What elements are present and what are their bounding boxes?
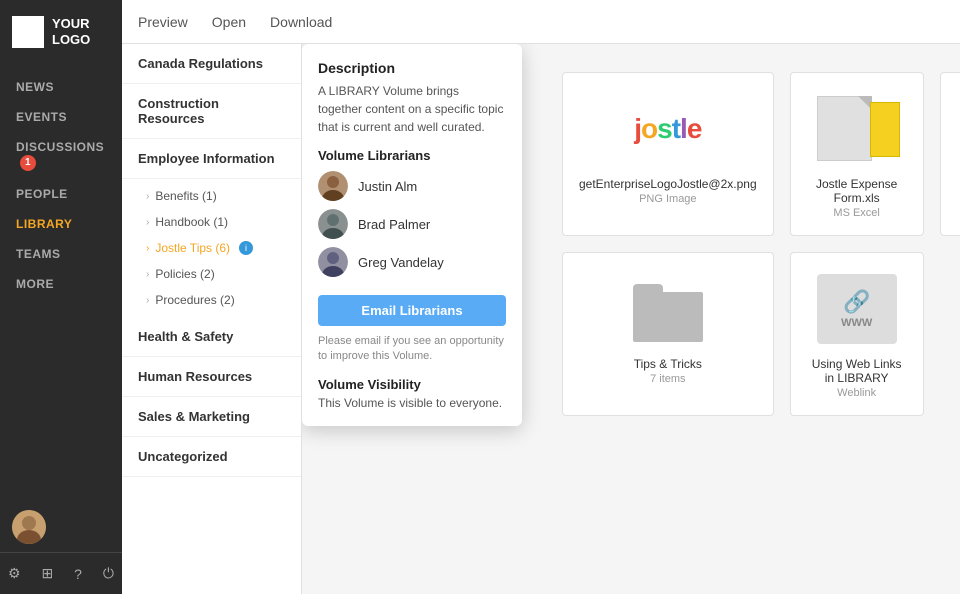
second-sidebar: Canada Regulations Construction Resource… [122,44,302,594]
file-name-jostle-png: getEnterpriseLogoJostle@2x.png [579,177,757,191]
file-type-tips-folder: 7 items [650,373,685,385]
file-type-expense-xls: MS Excel [833,207,879,219]
sidebar-footer: ⚙ ⊞ ? ⏻ [0,552,122,594]
main: Preview Open Download Canada Regulations… [122,0,960,594]
sidebar-item-people[interactable]: PEOPLE [0,179,122,209]
sidebar: YOUR LOGO NEWS EVENTS DISCUSSIONS 1 PEOP… [0,0,122,594]
sidebar-canada-regulations[interactable]: Canada Regulations [122,44,301,84]
chevron-icon: › [146,295,149,306]
topbar: Preview Open Download [122,0,960,44]
sidebar-construction-resources[interactable]: Construction Resources [122,84,301,139]
sidebar-item-events[interactable]: EVENTS [0,102,122,132]
file-card-weblinks[interactable]: 🔗 WWW Using Web Links in LIBRARY Weblink [790,252,924,416]
sub-item-jostle-tips[interactable]: › Jostle Tips (6) i [122,235,301,261]
logo-area: YOUR LOGO [0,0,122,64]
popup-note: Please email if you see an opportunity t… [318,334,506,365]
power-icon[interactable]: ⏻ [103,565,114,582]
help-icon[interactable]: ? [74,566,82,582]
popup-visibility-title: Volume Visibility [318,377,506,392]
popup-description-title: Description [318,60,506,76]
librarian-2-name: Brad Palmer [358,217,430,232]
file-thumb-tour-mp4 [957,89,960,169]
sub-item-policies[interactable]: › Policies (2) [122,261,301,287]
logo-text: YOUR LOGO [52,16,110,47]
folder-icon [628,274,708,344]
weblink-icon: 🔗 WWW [817,274,897,344]
popup-description-text: A LIBRARY Volume brings together content… [318,82,506,136]
topbar-download[interactable]: Download [270,10,332,34]
librarian-3: Greg Vandelay [318,247,506,277]
librarian-1: Justin Alm [318,171,506,201]
sidebar-sales-marketing[interactable]: Sales & Marketing [122,397,301,437]
file-thumb-weblinks: 🔗 WWW [807,269,907,349]
sliders-icon[interactable]: ⊞ [42,565,54,582]
email-librarians-button[interactable]: Email Librarians [318,295,506,326]
file-card-tour-mp4[interactable]: Jostle Quick Tour.mp4 MP4 Video [940,72,960,236]
sidebar-health-safety[interactable]: Health & Safety [122,317,301,357]
topbar-preview[interactable]: Preview [138,10,188,34]
file-type-jostle-png: PNG Image [639,193,696,205]
discussions-badge: 1 [20,155,36,171]
content: Canada Regulations Construction Resource… [122,44,960,594]
sub-item-benefits[interactable]: › Benefits (1) [122,183,301,209]
librarian-1-name: Justin Alm [358,179,417,194]
avatar[interactable] [12,510,46,544]
sidebar-item-news[interactable]: NEWS [0,72,122,102]
avatar-image [12,510,46,544]
folder-body [633,292,703,342]
file-name-tips-folder: Tips & Tricks [634,357,702,371]
excel-icon [812,94,902,164]
www-text: WWW [841,317,872,329]
file-name-tour-mp4: Jostle Quick Tour.mp4 [957,177,960,205]
librarian-2-avatar [318,209,348,239]
librarian-3-avatar [318,247,348,277]
jostle-logo-image: jostle [634,113,701,145]
sidebar-item-discussions[interactable]: DISCUSSIONS 1 [0,132,122,179]
excel-yellow-strip [870,102,900,157]
info-badge: i [239,241,253,255]
file-thumb-tips-folder [618,269,718,349]
file-grid-container: jostle getEnterpriseLogoJostle@2x.png PN… [562,64,960,416]
file-thumb-jostle-png: jostle [618,89,718,169]
sidebar-uncategorized[interactable]: Uncategorized [122,437,301,477]
librarian-3-name: Greg Vandelay [358,255,444,270]
topbar-open[interactable]: Open [212,10,246,34]
librarian-2: Brad Palmer [318,209,506,239]
logo-box [12,16,44,48]
chevron-icon: › [146,269,149,280]
sidebar-item-more[interactable]: MORE [0,269,122,299]
link-chain-icon: 🔗 [843,289,870,315]
employee-sub-items: › Benefits (1) › Handbook (1) › Jostle T… [122,179,301,317]
excel-body [817,96,872,161]
file-name-weblinks: Using Web Links in LIBRARY [807,357,907,385]
file-type-weblinks: Weblink [837,387,876,399]
file-card-expense-xls[interactable]: Jostle Expense Form.xls MS Excel [790,72,924,236]
chevron-icon: › [146,191,149,202]
popup-librarians-title: Volume Librarians [318,148,506,163]
content-main: Description A LIBRARY Volume brings toge… [302,44,960,594]
popup-visibility-text: This Volume is visible to everyone. [318,396,506,410]
file-name-expense-xls: Jostle Expense Form.xls [807,177,907,205]
file-card-tips-folder[interactable]: Tips & Tricks 7 items [562,252,774,416]
chevron-icon: › [146,243,149,254]
chevron-icon: › [146,217,149,228]
file-card-jostle-png[interactable]: jostle getEnterpriseLogoJostle@2x.png PN… [562,72,774,236]
sub-item-handbook[interactable]: › Handbook (1) [122,209,301,235]
file-thumb-expense-xls [807,89,907,169]
info-popup: Description A LIBRARY Volume brings toge… [302,44,522,426]
sidebar-nav: NEWS EVENTS DISCUSSIONS 1 PEOPLE LIBRARY… [0,64,122,502]
sidebar-item-teams[interactable]: TEAMS [0,239,122,269]
sub-item-procedures[interactable]: › Procedures (2) [122,287,301,313]
sidebar-employee-information[interactable]: Employee Information [122,139,301,179]
file-grid: jostle getEnterpriseLogoJostle@2x.png PN… [562,64,960,416]
sidebar-item-library[interactable]: LIBRARY [0,209,122,239]
settings-icon[interactable]: ⚙ [8,565,21,582]
librarian-1-avatar [318,171,348,201]
sidebar-human-resources[interactable]: Human Resources [122,357,301,397]
